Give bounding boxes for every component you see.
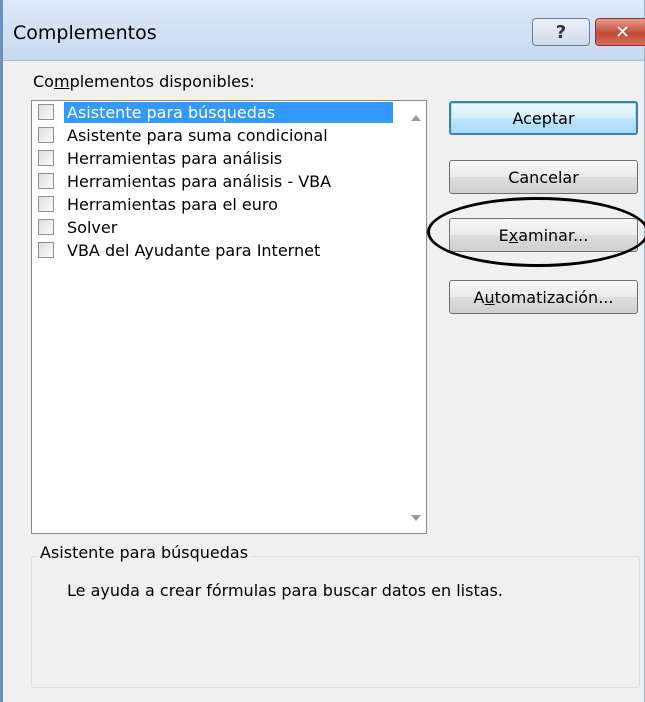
description-title: Asistente para búsquedas bbox=[37, 543, 252, 562]
automation-button-label: Automatización... bbox=[474, 288, 614, 307]
highlight-ellipse bbox=[427, 197, 645, 267]
available-addins-label: Complementos disponibles: bbox=[33, 72, 255, 91]
title-bar[interactable]: Complementos ? ✕ bbox=[3, 0, 645, 61]
cancel-button[interactable]: Cancelar bbox=[449, 160, 638, 194]
vertical-scrollbar[interactable] bbox=[406, 101, 426, 533]
addin-checkbox[interactable] bbox=[38, 173, 54, 189]
list-item[interactable]: Asistente para suma condicional bbox=[32, 124, 426, 147]
label-mnemonic: u bbox=[484, 287, 495, 307]
label-part: tomatización... bbox=[494, 287, 614, 307]
addin-label: Asistente para búsquedas bbox=[64, 102, 393, 123]
close-button[interactable]: ✕ bbox=[595, 18, 645, 46]
description-group bbox=[31, 556, 640, 688]
label-part: Co bbox=[33, 72, 54, 91]
label-part: A bbox=[473, 287, 485, 307]
label-mnemonic: m bbox=[53, 72, 70, 91]
label-part: plementos disponibles: bbox=[69, 72, 255, 91]
addin-checkbox[interactable] bbox=[38, 219, 54, 235]
addin-label: Herramientas para el euro bbox=[67, 195, 278, 214]
cancel-button-label: Cancelar bbox=[508, 167, 579, 187]
list-item[interactable]: Herramientas para análisis bbox=[32, 147, 426, 170]
addin-checkbox[interactable] bbox=[38, 150, 54, 166]
list-item[interactable]: Herramientas para el euro bbox=[32, 193, 426, 216]
help-button[interactable]: ? bbox=[532, 18, 590, 46]
list-item[interactable]: Asistente para búsquedas bbox=[32, 101, 426, 124]
addin-checkbox[interactable] bbox=[38, 196, 54, 212]
window-title: Complementos bbox=[13, 22, 157, 44]
ok-button-label: Aceptar bbox=[512, 108, 575, 128]
description-text: Le ayuda a crear fórmulas para buscar da… bbox=[67, 581, 503, 600]
addins-list[interactable]: Asistente para búsquedas Asistente para … bbox=[31, 100, 427, 534]
addin-checkbox[interactable] bbox=[38, 104, 54, 120]
list-item[interactable]: Herramientas para análisis - VBA bbox=[32, 170, 426, 193]
addin-checkbox[interactable] bbox=[38, 127, 54, 143]
addin-label: Asistente para suma condicional bbox=[67, 126, 328, 145]
ok-button[interactable]: Aceptar bbox=[449, 101, 638, 135]
list-item[interactable]: Solver bbox=[32, 216, 426, 239]
addins-dialog: Complementos ? ✕ Complementos disponible… bbox=[0, 0, 645, 702]
help-icon: ? bbox=[555, 21, 567, 43]
scroll-up-icon[interactable] bbox=[411, 115, 421, 121]
addin-label: Solver bbox=[67, 218, 118, 237]
addin-label: VBA del Ayudante para Internet bbox=[67, 241, 321, 260]
list-item[interactable]: VBA del Ayudante para Internet bbox=[32, 239, 426, 262]
scroll-down-icon[interactable] bbox=[411, 515, 421, 521]
addin-label: Herramientas para análisis bbox=[67, 149, 283, 168]
addin-label: Herramientas para análisis - VBA bbox=[67, 172, 332, 191]
automation-button[interactable]: Automatización... bbox=[449, 280, 638, 314]
addin-checkbox[interactable] bbox=[38, 242, 54, 258]
close-icon: ✕ bbox=[614, 21, 631, 43]
